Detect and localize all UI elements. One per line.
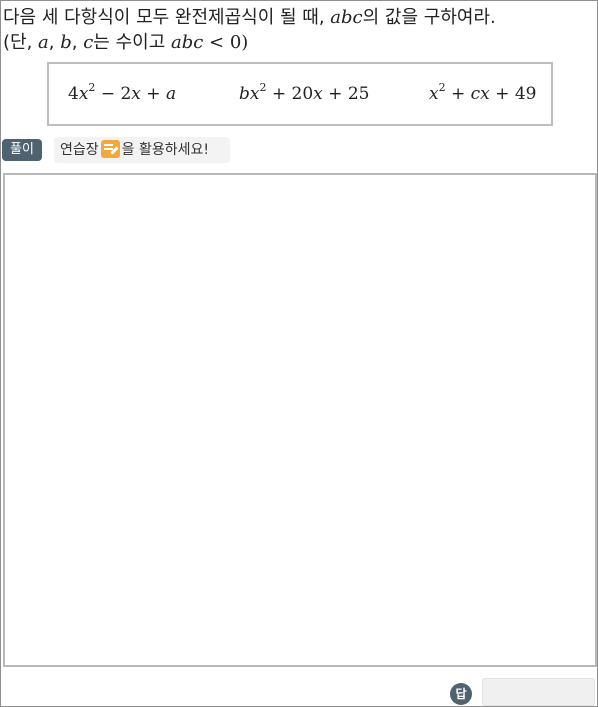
polynomial-2: bx2 + 20x + 25 [239, 82, 370, 104]
memo-pad-icon[interactable] [100, 140, 120, 158]
separator: , [71, 32, 84, 53]
term: + 49 [489, 84, 537, 104]
variable: bx [239, 84, 260, 104]
variable: x [429, 84, 439, 104]
condition-text: (단, [3, 32, 39, 53]
variable: a [165, 84, 177, 104]
polynomial-1: 4x2 − 2x + a [68, 82, 177, 104]
math-var-a: a [38, 32, 49, 53]
question-text: 다음 세 다항식이 모두 완전제곱식이 될 때, abc의 값을 구하여라. (… [3, 5, 595, 55]
separator: , [48, 32, 61, 53]
term: + 25 [322, 84, 370, 104]
math-var-abc: abc [330, 7, 363, 28]
question-line-2: (단, a, b, c는 수이고 abc < 0) [3, 30, 595, 55]
polynomial-3: x2 + cx + 49 [429, 81, 537, 104]
workpad-hint: 연습장 을 활용하세요! [54, 137, 230, 163]
term: + 20 [266, 84, 314, 104]
variable: cx [470, 84, 490, 104]
solution-workpad[interactable] [3, 173, 597, 667]
variable: x [313, 84, 323, 104]
condition-text: 는 수이고 [93, 32, 171, 53]
hint-prefix: 연습장 [60, 142, 99, 158]
term: + [445, 84, 471, 104]
variable: x [131, 84, 141, 104]
hint-suffix: 을 활용하세요! [121, 142, 209, 158]
math-var-c: c [83, 32, 94, 53]
question-text-part: 다음 세 다항식이 모두 완전제곱식이 될 때, [3, 7, 331, 28]
polynomials-box: 4x2 − 2x + a bx2 + 20x + 25 x2 + cx + 49 [47, 62, 553, 126]
answer-input[interactable] [482, 678, 595, 706]
coefficient: 4 [68, 84, 79, 104]
exponent: 2 [438, 81, 446, 94]
math-var-abc: abc [170, 32, 204, 53]
solution-tag: 풀이 [2, 139, 42, 161]
question-line-1: 다음 세 다항식이 모두 완전제곱식이 될 때, abc의 값을 구하여라. [3, 5, 595, 30]
term: + [140, 84, 166, 104]
term: − 2 [95, 84, 132, 104]
condition-inequality: < 0) [203, 32, 249, 53]
answer-label: 답 [450, 683, 472, 705]
problem-frame: 다음 세 다항식이 모두 완전제곱식이 될 때, abc의 값을 구하여라. (… [0, 0, 598, 707]
question-text-part: 의 값을 구하여라. [362, 7, 496, 28]
math-var-b: b [60, 32, 72, 53]
variable: x [78, 84, 89, 104]
